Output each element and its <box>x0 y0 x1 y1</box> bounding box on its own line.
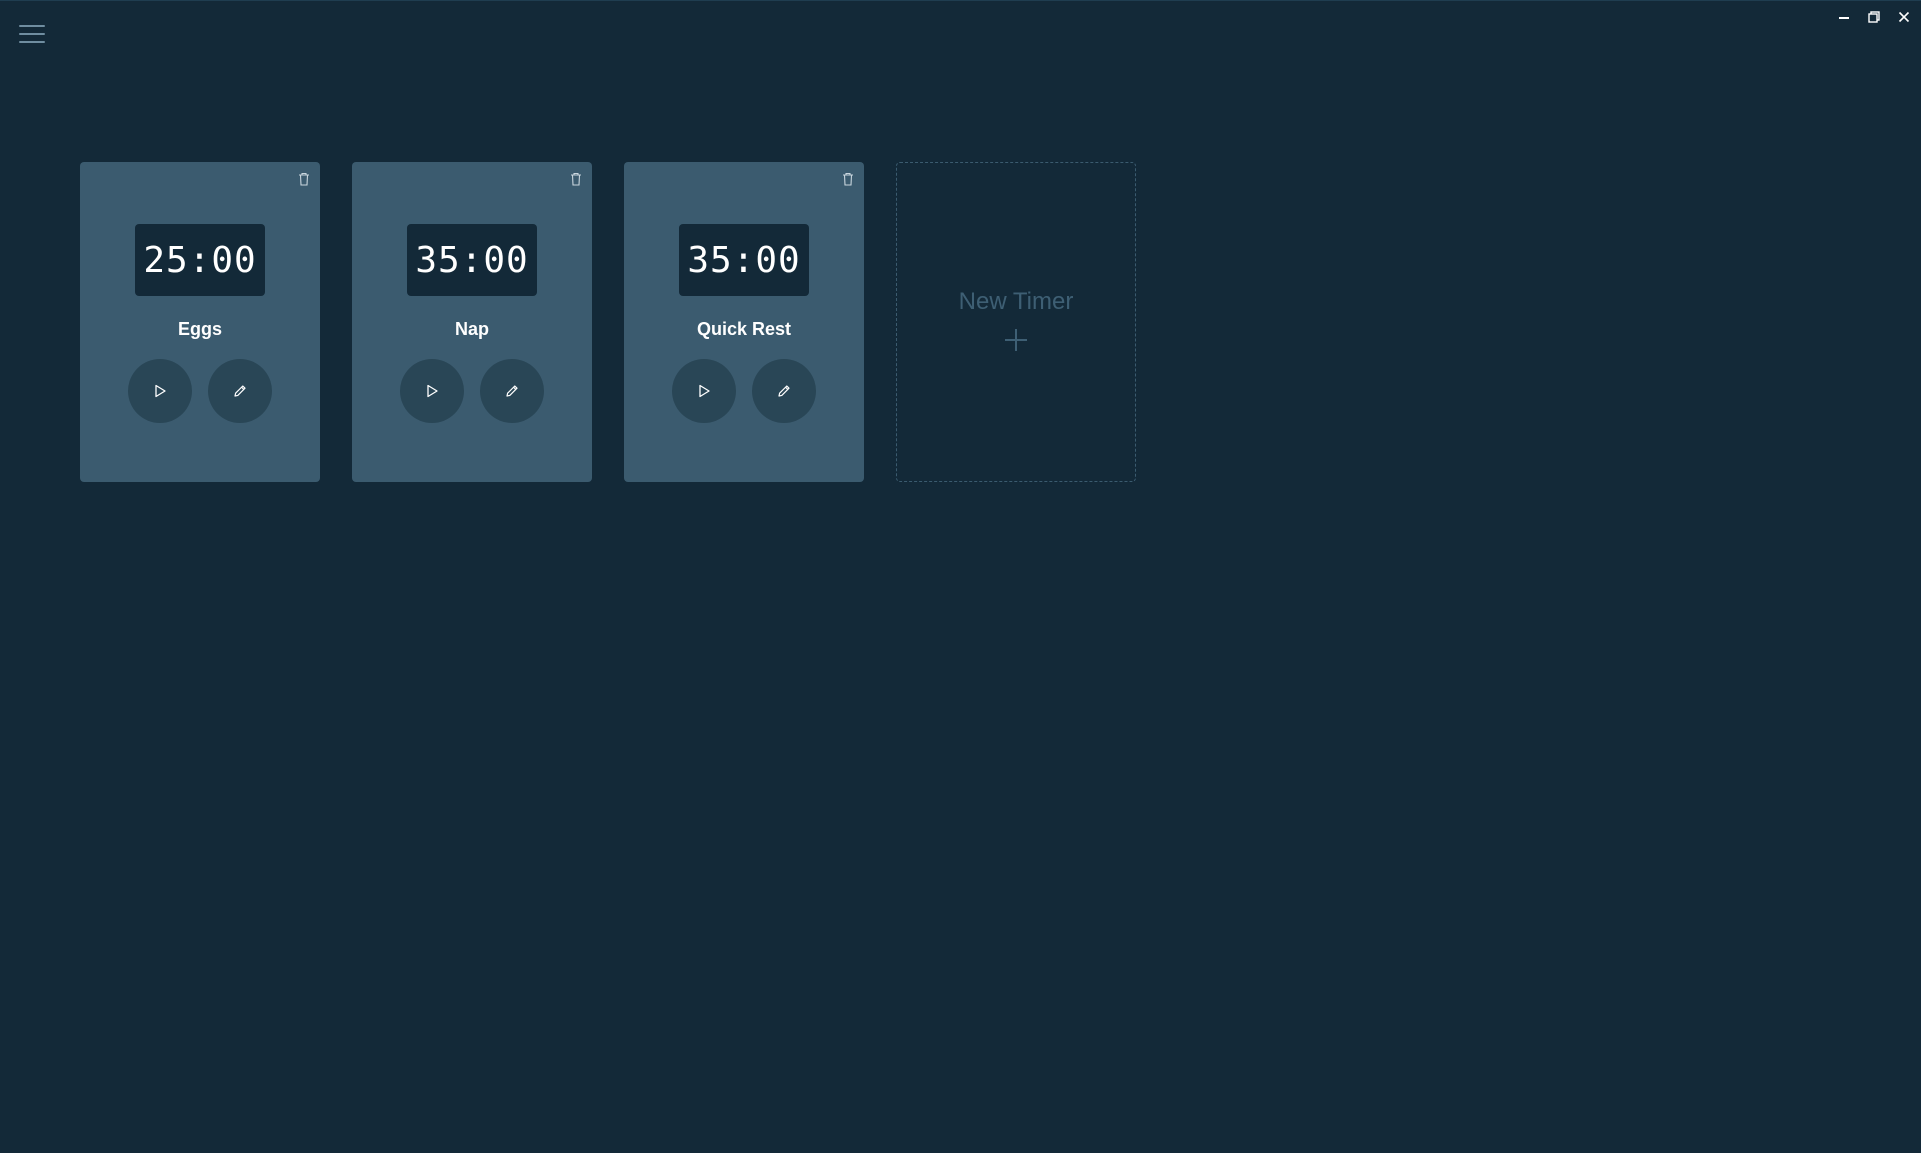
timer-display: 35:00 <box>679 224 809 296</box>
plus-icon <box>1005 329 1027 351</box>
new-timer-label: New Timer <box>958 288 1074 315</box>
trash-icon[interactable] <box>568 170 584 188</box>
app-window: 25:00 Eggs 35:00 Nap 35:00 Quick Rest Ne… <box>0 0 1921 1153</box>
timer-list: 25:00 Eggs 35:00 Nap 35:00 Quick Rest Ne… <box>80 162 1136 482</box>
edit-button[interactable] <box>752 359 816 423</box>
play-icon <box>699 384 710 398</box>
pencil-icon <box>234 385 246 397</box>
restore-icon[interactable] <box>1867 7 1881 27</box>
pencil-icon <box>506 385 518 397</box>
edit-button[interactable] <box>480 359 544 423</box>
pencil-icon <box>778 385 790 397</box>
new-timer-button[interactable]: New Timer <box>896 162 1136 482</box>
play-icon <box>427 384 438 398</box>
play-icon <box>155 384 166 398</box>
close-icon[interactable] <box>1897 7 1911 27</box>
timer-name: Eggs <box>177 319 222 339</box>
play-button[interactable] <box>400 359 464 423</box>
hamburger-menu-icon[interactable] <box>18 20 46 48</box>
play-button[interactable] <box>128 359 192 423</box>
window-controls <box>1837 7 1911 27</box>
timer-card: 25:00 Eggs <box>80 162 320 482</box>
timer-display: 35:00 <box>407 224 537 296</box>
minimize-icon[interactable] <box>1837 7 1851 27</box>
trash-icon[interactable] <box>296 170 312 188</box>
timer-display: 25:00 <box>135 224 265 296</box>
timer-name: Nap <box>454 319 489 339</box>
edit-button[interactable] <box>208 359 272 423</box>
timer-card: 35:00 Quick Rest <box>624 162 864 482</box>
timer-card: 35:00 Nap <box>352 162 592 482</box>
trash-icon[interactable] <box>840 170 856 188</box>
timer-name: Quick Rest <box>696 319 792 339</box>
play-button[interactable] <box>672 359 736 423</box>
